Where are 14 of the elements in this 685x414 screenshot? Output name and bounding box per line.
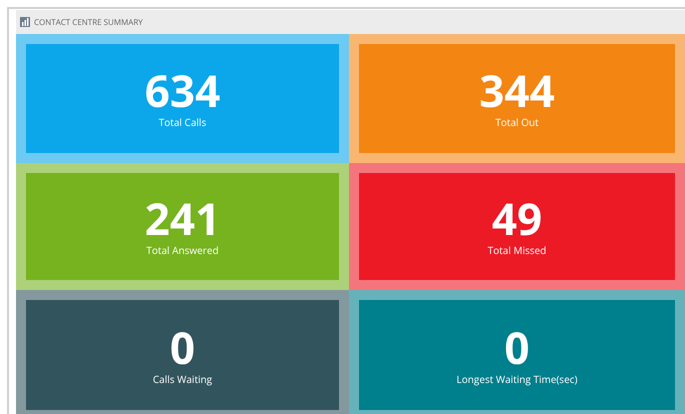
stat-value: 241 <box>144 196 220 240</box>
stat-value: 634 <box>144 68 220 112</box>
stat-label: Calls Waiting <box>152 372 212 386</box>
stat-label: Total Answered <box>146 243 219 257</box>
stat-label: Longest Waiting Time(sec) <box>456 372 578 386</box>
stat-label: Total Out <box>495 115 539 129</box>
stat-label: Total Missed <box>488 243 546 257</box>
panel-title: CONTACT CENTRE SUMMARY <box>34 16 143 28</box>
stat-value: 344 <box>479 68 555 112</box>
stat-label: Total Calls <box>158 115 206 129</box>
stat-value: 0 <box>170 324 196 368</box>
stat-value: 0 <box>504 324 530 368</box>
stat-value: 49 <box>492 196 542 240</box>
chart-icon <box>20 17 30 27</box>
